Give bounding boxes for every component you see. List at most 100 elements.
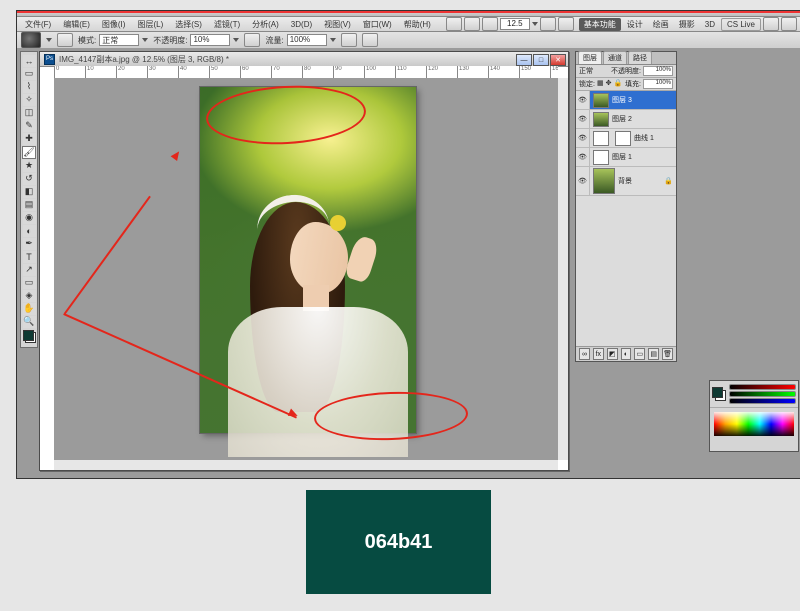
- brush-preset-icon[interactable]: [21, 32, 41, 48]
- menu-window[interactable]: 窗口(W): [358, 18, 397, 31]
- menu-analysis[interactable]: 分析(A): [247, 18, 284, 31]
- mask-thumbnail[interactable]: [615, 131, 631, 146]
- stamp-tool[interactable]: ★: [23, 160, 36, 172]
- tab-layers[interactable]: 图层: [578, 51, 602, 64]
- tab-paths[interactable]: 路径: [628, 51, 652, 64]
- brush-panel-icon[interactable]: [57, 33, 73, 47]
- foreground-background-colors[interactable]: [23, 330, 36, 343]
- search-icon[interactable]: [763, 17, 779, 31]
- menu-edit[interactable]: 编辑(E): [58, 18, 95, 31]
- opacity-input[interactable]: 10%: [190, 34, 230, 46]
- link-layers-icon[interactable]: ∞: [579, 348, 590, 360]
- airbrush-icon[interactable]: [341, 33, 357, 47]
- gradient-tool[interactable]: ▤: [23, 199, 36, 211]
- layer-thumbnail[interactable]: [593, 150, 609, 165]
- history-brush-tool[interactable]: ↺: [23, 173, 36, 185]
- layer-name[interactable]: 图层 3: [612, 95, 632, 105]
- menu-file[interactable]: 文件(F): [20, 18, 56, 31]
- type-tool[interactable]: T: [23, 251, 36, 263]
- ruler-vertical[interactable]: [40, 78, 55, 460]
- path-tool[interactable]: ↗: [23, 264, 36, 276]
- dodge-tool[interactable]: ◐: [23, 225, 36, 237]
- wand-tool[interactable]: ✧: [23, 94, 36, 106]
- layer-row[interactable]: 👁 曲线 1: [576, 129, 676, 148]
- chevron-down-icon[interactable]: [233, 38, 239, 42]
- layer-opacity-input[interactable]: 100%: [643, 66, 673, 76]
- chevron-down-icon[interactable]: [46, 38, 52, 42]
- layer-name[interactable]: 图层 2: [612, 114, 632, 124]
- screen-mode-icon[interactable]: [558, 17, 574, 31]
- menu-filter[interactable]: 滤镜(T): [209, 18, 245, 31]
- menu-view[interactable]: 视图(V): [319, 18, 356, 31]
- workspace-painting[interactable]: 绘画: [649, 18, 673, 31]
- hand-tool[interactable]: ✋: [23, 303, 36, 315]
- arrange-docs-icon[interactable]: [540, 17, 556, 31]
- document-titlebar[interactable]: Ps IMG_4147副本a.jpg @ 12.5% (图层 3, RGB/8)…: [40, 52, 568, 67]
- layer-thumbnail[interactable]: [593, 131, 609, 146]
- menu-help[interactable]: 帮助(H): [399, 18, 436, 31]
- blur-tool[interactable]: ◉: [23, 212, 36, 224]
- workspace-essentials[interactable]: 基本功能: [579, 18, 621, 31]
- delete-layer-icon[interactable]: 🗑: [662, 348, 673, 360]
- layer-thumbnail[interactable]: [593, 112, 609, 127]
- cslive-button[interactable]: CS Live: [721, 18, 761, 31]
- menu-layer[interactable]: 图层(L): [132, 18, 168, 31]
- pressure-opacity-icon[interactable]: [244, 33, 260, 47]
- visibility-icon[interactable]: 👁: [576, 110, 590, 128]
- collapse-icon[interactable]: [781, 17, 797, 31]
- visibility-icon[interactable]: 👁: [576, 129, 590, 147]
- new-layer-icon[interactable]: ▤: [648, 348, 659, 360]
- menu-select[interactable]: 选择(S): [170, 18, 207, 31]
- maximize-button[interactable]: □: [533, 54, 549, 66]
- layer-list-empty[interactable]: [576, 196, 676, 346]
- layer-row[interactable]: 👁 图层 3: [576, 91, 676, 110]
- visibility-icon[interactable]: 👁: [576, 91, 590, 109]
- color-spectrum[interactable]: [714, 412, 794, 436]
- rgb-sliders[interactable]: [729, 384, 796, 404]
- layer-thumbnail[interactable]: [593, 93, 609, 108]
- layer-row[interactable]: 👁 图层 1: [576, 148, 676, 167]
- chevron-down-icon[interactable]: [142, 38, 148, 42]
- layer-fill-input[interactable]: 100%: [643, 79, 673, 89]
- menu-image[interactable]: 图像(I): [97, 18, 131, 31]
- minimize-button[interactable]: —: [516, 54, 532, 66]
- b-slider[interactable]: [729, 398, 796, 404]
- pressure-size-icon[interactable]: [362, 33, 378, 47]
- visibility-icon[interactable]: 👁: [576, 167, 590, 195]
- view-extras-icon[interactable]: [482, 17, 498, 31]
- layer-name[interactable]: 曲线 1: [634, 133, 654, 143]
- scrollbar-vertical[interactable]: [557, 78, 568, 460]
- marquee-tool[interactable]: ▭: [23, 68, 36, 80]
- tab-channels[interactable]: 通道: [603, 51, 627, 64]
- flow-input[interactable]: 100%: [287, 34, 327, 46]
- chevron-down-icon[interactable]: [330, 38, 336, 42]
- blend-mode-select[interactable]: 正常: [579, 66, 593, 76]
- brush-tool[interactable]: 🖌: [22, 146, 36, 159]
- lock-all-icon[interactable]: 🔒: [613, 79, 622, 89]
- layer-mask-icon[interactable]: ◩: [607, 348, 618, 360]
- lasso-tool[interactable]: ⌇: [23, 81, 36, 93]
- r-slider[interactable]: [729, 384, 796, 390]
- shape-tool[interactable]: ▭: [23, 277, 36, 289]
- 3d-tool[interactable]: ◈: [23, 290, 36, 302]
- crop-tool[interactable]: ◫: [23, 107, 36, 119]
- healing-tool[interactable]: ✚: [23, 133, 36, 145]
- eraser-tool[interactable]: ◧: [23, 186, 36, 198]
- layer-thumbnail[interactable]: [593, 168, 615, 194]
- blend-mode-select[interactable]: 正常: [99, 34, 139, 46]
- zoom-input[interactable]: 12.5: [500, 18, 530, 30]
- layer-name[interactable]: 图层 1: [612, 152, 632, 162]
- launch-minibridge-icon[interactable]: [464, 17, 480, 31]
- lock-pixels-icon[interactable]: ▦: [597, 79, 604, 89]
- layer-name[interactable]: 背景: [618, 176, 632, 186]
- visibility-icon[interactable]: 👁: [576, 148, 590, 166]
- close-button[interactable]: ✕: [550, 54, 566, 66]
- layer-row[interactable]: 👁背景🔒: [576, 167, 676, 196]
- workspace-3d[interactable]: 3D: [701, 19, 719, 30]
- group-icon[interactable]: ▭: [634, 348, 645, 360]
- zoom-tool[interactable]: 🔍: [23, 316, 36, 328]
- layer-style-icon[interactable]: fx: [593, 348, 604, 360]
- pen-tool[interactable]: ✒: [23, 238, 36, 250]
- chevron-down-icon[interactable]: [532, 22, 538, 26]
- color-well[interactable]: [712, 387, 726, 401]
